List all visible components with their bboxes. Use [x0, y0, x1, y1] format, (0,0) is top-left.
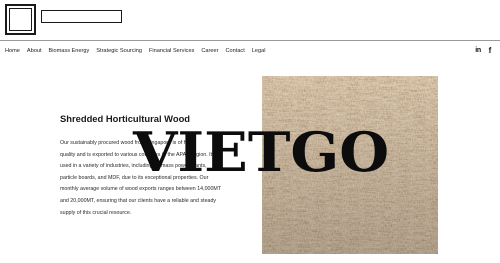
nav-item-strategic-sourcing[interactable]: Strategic Sourcing [96, 48, 142, 54]
description-line: used in a variety of industries, includi… [60, 163, 207, 170]
wood-chips-texture [262, 76, 438, 254]
description-line: quality and is exported to various count… [60, 151, 218, 158]
description-line: particle boards, and MDF, due to its exc… [60, 174, 209, 181]
section-title: Shredded Horticultural Wood [60, 113, 191, 124]
description-line: and 20,000MT, ensuring that our clients … [60, 197, 217, 204]
site-logo[interactable] [5, 4, 36, 35]
nav-item-legal[interactable]: Legal [252, 48, 266, 54]
section-description: Our sustainably procured wood from Singa… [60, 138, 275, 219]
description-line: Our sustainably procured wood from Singa… [60, 140, 194, 146]
nav-item-about[interactable]: About [27, 48, 42, 54]
header-divider [0, 40, 500, 41]
nav-item-biomass-energy[interactable]: Biomass Energy [49, 48, 90, 54]
nav-item-financial-services[interactable]: Financial Services [149, 48, 194, 54]
nav-item-home[interactable]: Home [5, 48, 20, 54]
brand-name-box[interactable] [41, 10, 122, 23]
nav-item-career[interactable]: Career [201, 48, 218, 54]
description-line: monthly average volume of wood exports r… [60, 186, 222, 193]
main-nav: Home About Biomass Energy Strategic Sour… [5, 46, 265, 56]
description-line: supply of this crucial resource. [60, 209, 132, 216]
linkedin-icon[interactable]: in [474, 45, 482, 55]
wood-chips-photo [262, 76, 438, 254]
nav-item-contact[interactable]: Contact [226, 48, 245, 54]
facebook-icon[interactable]: f [486, 45, 494, 55]
